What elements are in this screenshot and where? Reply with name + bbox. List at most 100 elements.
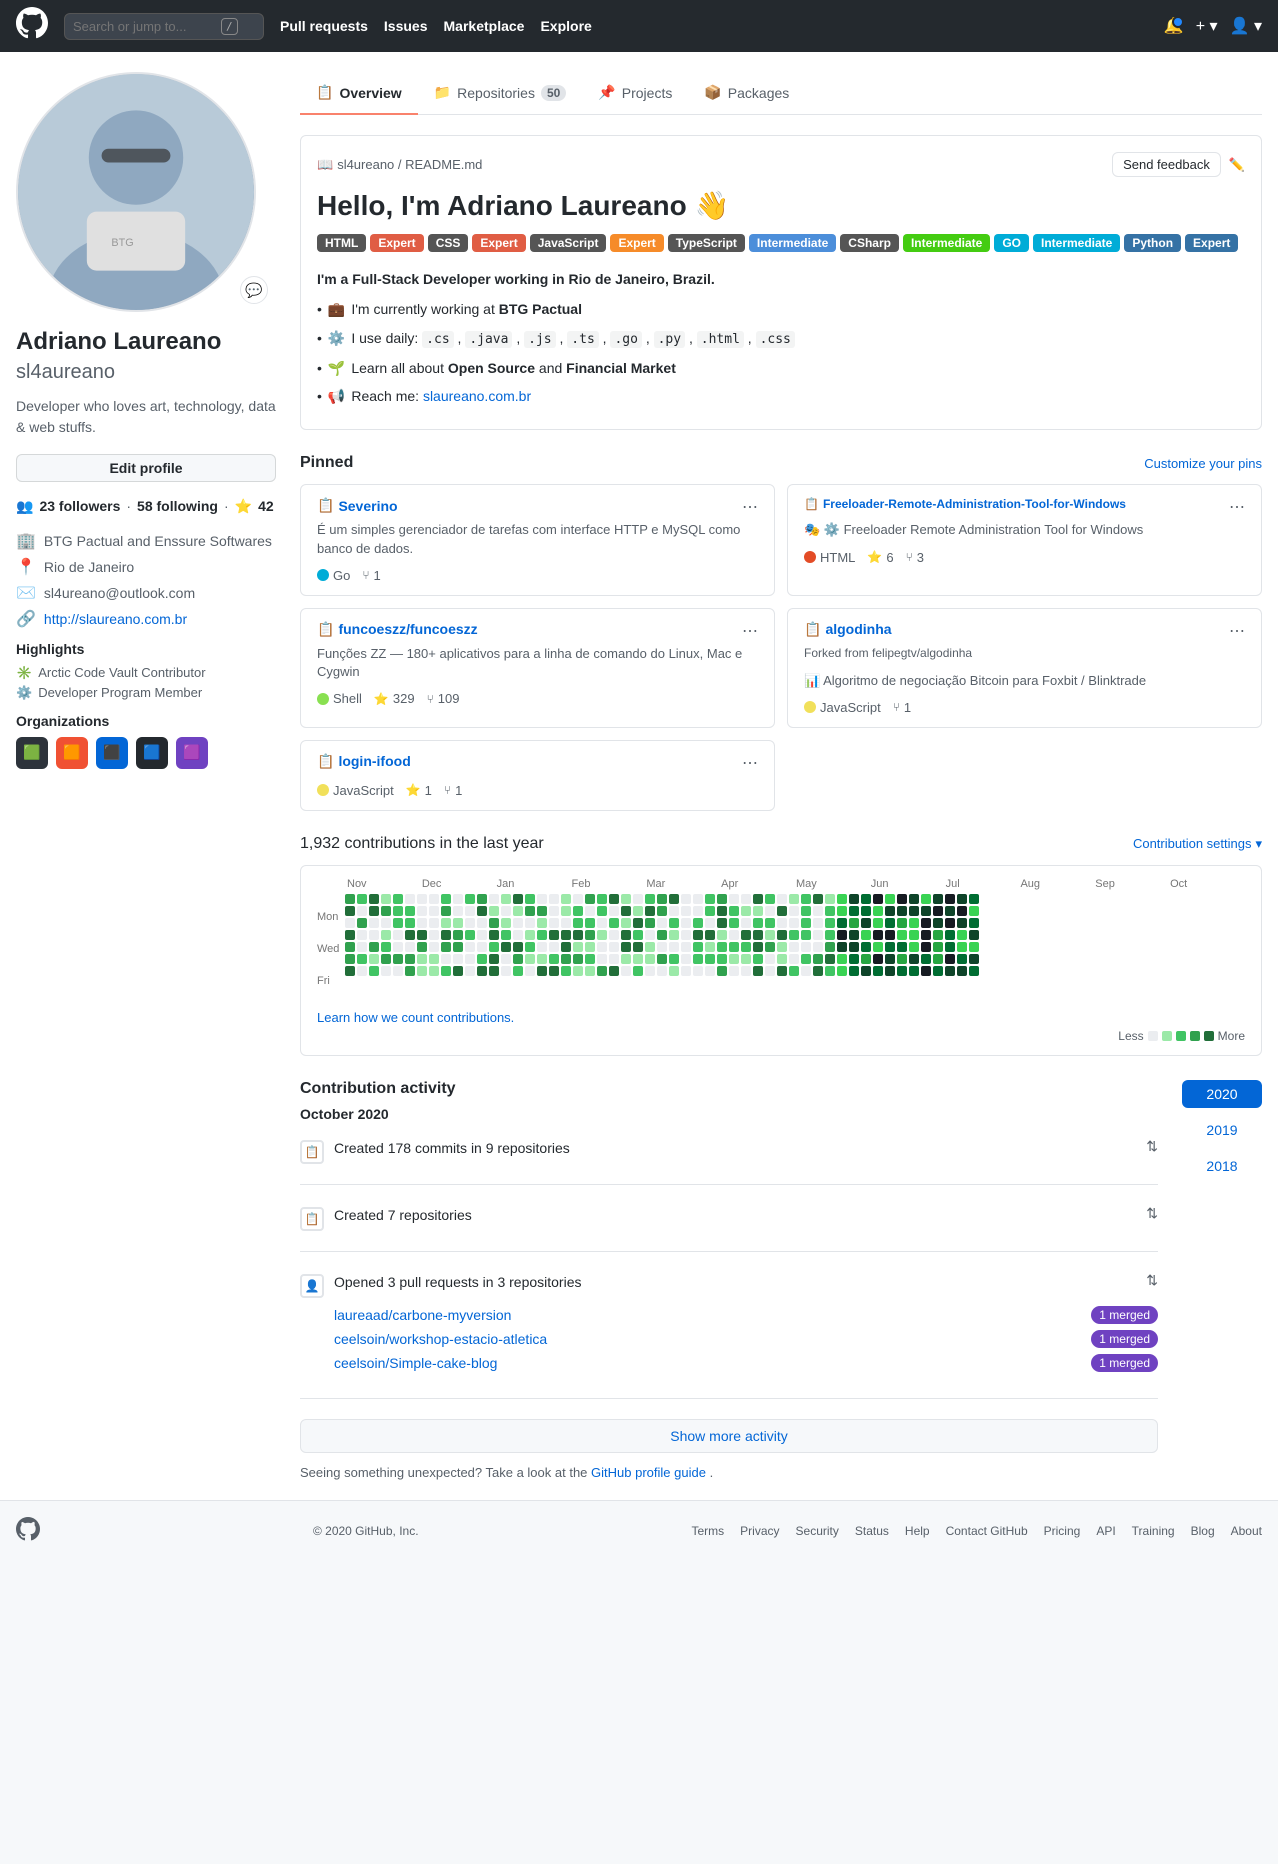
nav-issues[interactable]: Issues	[384, 18, 428, 34]
pinned-more-icon-2[interactable]: ⋯	[1229, 497, 1245, 517]
contrib-day	[633, 918, 643, 928]
year-button-2018[interactable]: 2018	[1182, 1152, 1262, 1180]
contrib-day	[873, 894, 883, 904]
contrib-day	[969, 906, 979, 916]
footer-about[interactable]: About	[1231, 1524, 1262, 1538]
org-avatar-3[interactable]: ⬛	[96, 737, 128, 769]
website-link[interactable]: http://slaureano.com.br	[44, 611, 187, 627]
nav-pull-requests[interactable]: Pull requests	[280, 18, 368, 34]
org-avatar-2[interactable]: 🟧	[56, 737, 88, 769]
orgs-list: 🟩 🟧 ⬛ 🟦 🟪	[16, 737, 276, 769]
contrib-day	[921, 918, 931, 928]
contrib-day	[861, 942, 871, 952]
profile-guide-link[interactable]: GitHub profile guide	[591, 1465, 706, 1480]
day-label-fri: Fri	[317, 974, 345, 988]
contrib-day	[813, 966, 823, 976]
commits-expand[interactable]: ⇅	[1146, 1138, 1158, 1155]
reach-link[interactable]: slaureano.com.br	[423, 388, 531, 404]
user-menu[interactable]: 👤 ▾	[1230, 16, 1262, 36]
footer-status[interactable]: Status	[855, 1524, 889, 1538]
contrib-day	[921, 942, 931, 952]
pinned-more-icon-3[interactable]: ⋯	[742, 621, 758, 641]
footer-api[interactable]: API	[1096, 1524, 1115, 1538]
pr-link-2[interactable]: ceelsoin/workshop-estacio-atletica	[334, 1331, 547, 1347]
edit-readme-icon[interactable]: ✏️	[1229, 157, 1245, 173]
pinned-repo-link-algodinha[interactable]: 📋 algodinha	[804, 621, 892, 638]
stars-link[interactable]: 42	[258, 498, 274, 515]
contrib-day	[693, 894, 703, 904]
show-more-button[interactable]: Show more activity	[300, 1419, 1158, 1453]
learn-contributions-link[interactable]: Learn how we count contributions.	[317, 1010, 514, 1025]
org-avatar-1[interactable]: 🟩	[16, 737, 48, 769]
pr-link-3[interactable]: ceelsoin/Simple-cake-blog	[334, 1355, 497, 1371]
footer-terms[interactable]: Terms	[692, 1524, 725, 1538]
customize-pins-link[interactable]: Customize your pins	[1144, 456, 1262, 471]
footer-help[interactable]: Help	[905, 1524, 930, 1538]
contrib-day	[345, 906, 355, 916]
prs-expand[interactable]: ⇅	[1146, 1272, 1158, 1289]
year-button-2020[interactable]: 2020	[1182, 1080, 1262, 1108]
notifications-icon[interactable]: 🔔	[1164, 16, 1184, 36]
pinned-more-icon-5[interactable]: ⋯	[742, 753, 758, 773]
pinned-more-icon-1[interactable]: ⋯	[742, 497, 758, 517]
contrib-day	[897, 894, 907, 904]
pinned-repo-link-login-ifood[interactable]: 📋 login-ifood	[317, 753, 411, 770]
pinned-repo-link-freeloader[interactable]: 📋 Freeloader-Remote-Administration-Tool-…	[804, 497, 1126, 511]
pinned-repo-link-severino[interactable]: 📋 Severino	[317, 497, 398, 514]
org-avatar-4[interactable]: 🟦	[136, 737, 168, 769]
followers-link[interactable]: 23 followers	[39, 498, 120, 515]
footer-pricing[interactable]: Pricing	[1044, 1524, 1081, 1538]
pr-link-1[interactable]: laureaad/carbone-myversion	[334, 1307, 511, 1323]
footer-blog[interactable]: Blog	[1191, 1524, 1215, 1538]
send-feedback-button[interactable]: Send feedback	[1112, 152, 1221, 177]
pinned-repo-link-funcoeszz[interactable]: 📋 funcoeszz/funcoeszz	[317, 621, 478, 638]
following-link[interactable]: 58 following	[137, 498, 218, 515]
tab-overview[interactable]: 📋 Overview	[300, 72, 418, 115]
github-logo[interactable]	[16, 7, 48, 45]
footer-contact[interactable]: Contact GitHub	[946, 1524, 1028, 1538]
org-avatar-5[interactable]: 🟪	[176, 737, 208, 769]
year-button-2019[interactable]: 2019	[1182, 1116, 1262, 1144]
edit-profile-button[interactable]: Edit profile	[16, 454, 276, 482]
footer-training[interactable]: Training	[1132, 1524, 1175, 1538]
contrib-day	[537, 906, 547, 916]
new-item-button[interactable]: + ▾	[1196, 16, 1218, 36]
nav-marketplace[interactable]: Marketplace	[444, 18, 525, 34]
contrib-day	[921, 930, 931, 940]
search-box[interactable]: /	[64, 13, 264, 40]
activity-header: Contribution activity	[300, 1080, 1158, 1098]
nav-explore[interactable]: Explore	[540, 18, 591, 34]
contrib-day	[777, 930, 787, 940]
footer-security[interactable]: Security	[796, 1524, 839, 1538]
contrib-day	[705, 966, 715, 976]
contrib-day	[717, 954, 727, 964]
contrib-day	[849, 954, 859, 964]
contrib-day	[645, 966, 655, 976]
contrib-day	[357, 906, 367, 916]
contrib-day	[885, 906, 895, 916]
tab-packages[interactable]: 📦 Packages	[688, 72, 805, 115]
contribution-settings-link[interactable]: Contribution settings ▾	[1133, 836, 1262, 852]
contrib-day	[525, 930, 535, 940]
tab-projects[interactable]: 📌 Projects	[582, 72, 688, 115]
contrib-day	[585, 906, 595, 916]
months-header: NovDecJanFebMarAprMayJunJulAugSepOct	[317, 878, 1245, 890]
contrib-day	[957, 966, 967, 976]
contrib-day	[369, 942, 379, 952]
tab-repositories[interactable]: 📁 Repositories 50	[418, 72, 583, 115]
contrib-day	[453, 954, 463, 964]
contrib-day	[801, 966, 811, 976]
contrib-day	[405, 906, 415, 916]
website-item[interactable]: 🔗 http://slaureano.com.br	[16, 609, 276, 629]
week-col	[897, 894, 907, 1006]
footer-privacy[interactable]: Privacy	[740, 1524, 779, 1538]
contrib-day	[537, 954, 547, 964]
contrib-day	[645, 930, 655, 940]
search-input[interactable]	[73, 19, 213, 34]
pinned-more-icon-4[interactable]: ⋯	[1229, 621, 1245, 641]
contrib-day	[837, 906, 847, 916]
month-label-may: May	[796, 878, 871, 890]
repos-expand[interactable]: ⇅	[1146, 1205, 1158, 1222]
fork-icon-freeloader: ⑂	[906, 550, 913, 564]
repos-count-badge: 50	[541, 85, 566, 101]
